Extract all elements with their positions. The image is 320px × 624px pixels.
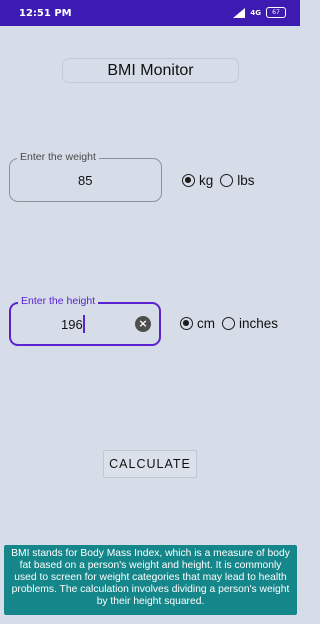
clear-text-icon[interactable]: × xyxy=(135,316,151,332)
calculate-button[interactable]: CALCULATE xyxy=(103,450,197,478)
battery-icon: 67 xyxy=(266,7,286,18)
height-field-label: Enter the height xyxy=(18,295,99,307)
cm-label[interactable]: cm xyxy=(197,316,215,331)
status-time: 12:51 PM xyxy=(19,8,72,19)
weight-field-label: Enter the weight xyxy=(17,151,99,163)
network-type: 4G xyxy=(250,8,261,17)
height-unit-group: cm inches xyxy=(180,316,285,331)
height-field[interactable]: Enter the height 196 × xyxy=(9,295,161,346)
bmi-info-text: BMI stands for Body Mass Index, which is… xyxy=(4,545,297,615)
status-icons: 4G 67 xyxy=(233,7,286,18)
signal-icon xyxy=(233,7,246,18)
status-bar: 12:51 PM 4G 67 xyxy=(0,0,300,26)
inches-radio[interactable] xyxy=(222,317,235,330)
lbs-radio[interactable] xyxy=(220,174,234,187)
inches-label[interactable]: inches xyxy=(239,316,278,331)
kg-label[interactable]: kg xyxy=(199,173,213,188)
kg-radio[interactable] xyxy=(182,174,195,187)
height-input-value: 196 xyxy=(61,317,83,332)
cm-radio[interactable] xyxy=(180,317,193,330)
app-title: BMI Monitor xyxy=(62,58,239,83)
weight-input-value: 85 xyxy=(78,173,93,188)
text-cursor xyxy=(83,315,85,333)
lbs-label[interactable]: lbs xyxy=(237,173,254,188)
weight-field[interactable]: Enter the weight 85 xyxy=(9,151,162,202)
weight-unit-group: kg lbs xyxy=(182,173,262,188)
